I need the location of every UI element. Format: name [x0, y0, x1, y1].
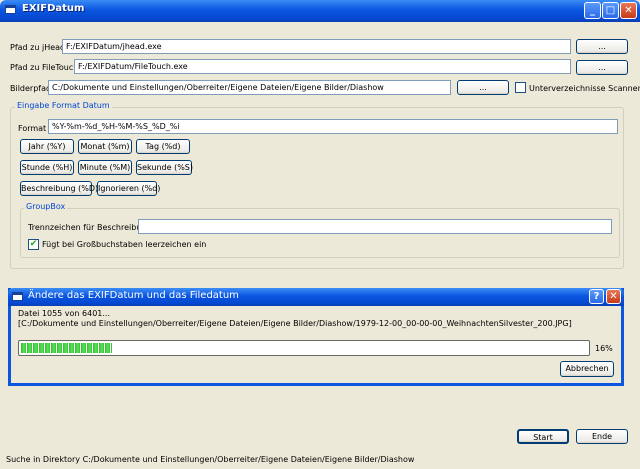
- stunde-button[interactable]: Stunde (%H): [20, 160, 74, 175]
- cancel-button[interactable]: Abbrechen: [560, 361, 614, 377]
- maximize-button[interactable]: □: [602, 2, 619, 19]
- bilderpfad-label: Bilderpfad: [10, 84, 52, 93]
- progress-status-line: Datei 1055 von 6401...: [18, 309, 111, 318]
- inner-groupbox-title: GroupBox: [24, 202, 68, 211]
- jhead-path-input[interactable]: F:/EXIFDatum/jhead.exe: [62, 39, 571, 54]
- minimize-icon: _: [590, 5, 595, 16]
- bilderpfad-input[interactable]: C:/Dokumente und Einstellungen/Oberreite…: [48, 80, 451, 95]
- dialog-app-icon: [12, 292, 23, 301]
- tag-button[interactable]: Tag (%d): [136, 139, 190, 154]
- format-label: Format: [18, 124, 47, 133]
- jahr-button[interactable]: Jahr (%Y): [20, 139, 74, 154]
- progress-dialog-title: Ändere das EXIFDatum und das Filedatum: [28, 290, 239, 301]
- progress-bar: [18, 340, 590, 356]
- filetouch-path-label: Pfad zu FileTouch: [10, 63, 79, 72]
- progress-file-line: [C:/Dokumente und Einstellungen/Oberreit…: [18, 319, 572, 328]
- close-icon: ✕: [609, 291, 618, 302]
- subdirs-checkbox[interactable]: [515, 82, 526, 93]
- title-bar[interactable]: EXIFDatum _ □ ✕: [0, 0, 640, 22]
- grossbuchstaben-label: Fügt bei Großbuchstaben leerzeichen ein: [42, 240, 207, 249]
- monat-button[interactable]: Monat (%m): [78, 139, 132, 154]
- beschreibung-button[interactable]: Beschreibung (%D): [20, 181, 98, 196]
- progress-percent-label: 16%: [595, 344, 613, 353]
- jhead-browse-button[interactable]: ...: [576, 39, 628, 54]
- ende-button[interactable]: Ende: [576, 429, 628, 444]
- minute-button[interactable]: Minute (%M): [78, 160, 132, 175]
- bilderpfad-browse-button[interactable]: ...: [457, 80, 509, 95]
- minimize-button[interactable]: _: [584, 2, 601, 19]
- close-icon: ✕: [624, 5, 633, 16]
- filetouch-path-input[interactable]: F:/EXIFDatum/FileTouch.exe: [74, 59, 571, 74]
- subdirs-label: Unterverzeichnisse Scannen: [529, 84, 640, 93]
- maximize-icon: □: [605, 5, 616, 16]
- trennzeichen-label: Trennzeichen für Beschreibung: [28, 223, 152, 232]
- window-app-icon: [5, 5, 16, 14]
- start-button[interactable]: Start: [517, 429, 569, 444]
- main-window: EXIFDatum _ □ ✕ Pfad zu jHead F:/EXIFDat…: [0, 0, 640, 469]
- format-input[interactable]: %Y-%m-%d_%H-%M-%S_%D_%i: [48, 119, 618, 134]
- dialog-help-button[interactable]: ?: [589, 289, 604, 304]
- ignorieren-button[interactable]: Ignorieren (%d): [97, 181, 160, 196]
- help-icon: ?: [593, 291, 600, 302]
- window-title: EXIFDatum: [22, 3, 85, 14]
- progress-dialog-title-bar[interactable]: Ändere das EXIFDatum und das Filedatum ?…: [8, 288, 624, 306]
- close-button[interactable]: ✕: [620, 2, 637, 19]
- trennzeichen-input[interactable]: [138, 219, 612, 234]
- status-bar-text: Suche in Direktory C:/Dokumente und Eins…: [6, 455, 415, 464]
- sekunde-button[interactable]: Sekunde (%S): [136, 160, 193, 175]
- jhead-path-label: Pfad zu jHead: [10, 43, 66, 52]
- dialog-close-button[interactable]: ✕: [606, 289, 621, 304]
- grossbuchstaben-checkbox[interactable]: ✔: [28, 239, 39, 250]
- format-groupbox-title: Eingabe Format Datum: [15, 101, 112, 110]
- filetouch-browse-button[interactable]: ...: [576, 60, 628, 75]
- progress-bar-fill: [21, 343, 112, 353]
- checkmark-icon: ✔: [29, 239, 38, 249]
